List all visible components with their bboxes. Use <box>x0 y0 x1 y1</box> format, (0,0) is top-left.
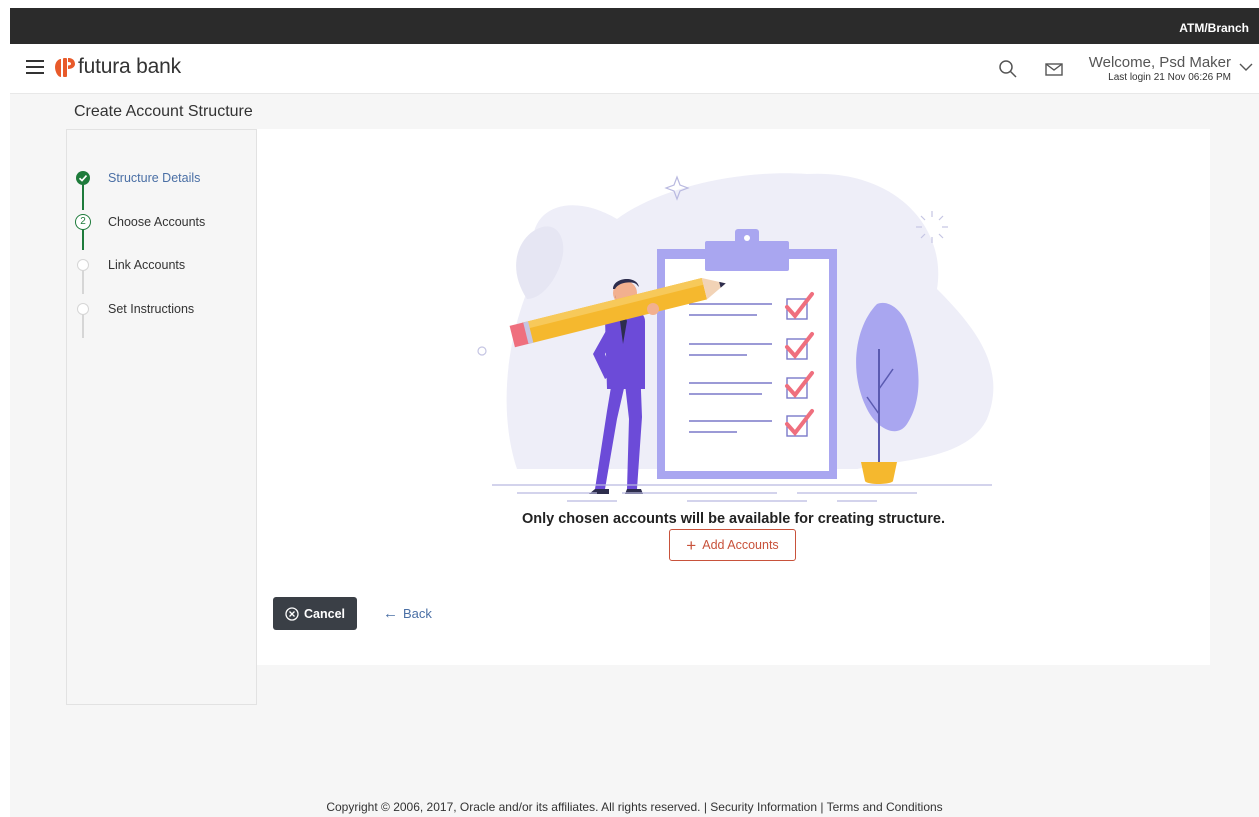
top-bar: ATM/Branch <box>10 8 1259 44</box>
header: futura bank Welcome, Psd Maker Last logi… <box>10 44 1259 94</box>
step-label: Set Instructions <box>108 302 195 316</box>
step-number: 2 <box>75 214 91 230</box>
futura-bank-logo-icon <box>55 58 75 77</box>
cancel-circle-icon <box>285 606 299 621</box>
step-set-instructions[interactable]: Set Instructions <box>67 297 257 321</box>
cancel-label: Cancel <box>304 606 345 621</box>
add-accounts-button[interactable]: + Add Accounts <box>669 529 796 561</box>
plus-icon: + <box>686 535 697 555</box>
stepper: Structure Details 2 Choose Accounts Link… <box>66 129 257 705</box>
empty-state-message: Only chosen accounts will be available f… <box>521 511 946 527</box>
main-panel: Only chosen accounts will be available f… <box>257 129 1210 665</box>
hamburger-menu-icon[interactable] <box>26 59 44 75</box>
mail-icon[interactable] <box>1044 59 1064 79</box>
footer-separator: | <box>703 800 707 814</box>
pending-dot-icon <box>77 303 89 315</box>
back-link[interactable]: ← Back <box>383 605 432 622</box>
check-circle-icon <box>76 171 90 185</box>
chevron-down-icon[interactable] <box>1239 62 1253 72</box>
back-label: Back <box>403 606 432 621</box>
terms-and-conditions-link[interactable]: Terms and Conditions <box>827 800 943 814</box>
search-icon[interactable] <box>998 59 1018 79</box>
footer: Copyright © 2006, 2017, Oracle and/or it… <box>10 800 1259 814</box>
arrow-left-icon: ← <box>383 605 398 622</box>
app-frame: ATM/Branch futura bank Welcome, Psd Make… <box>10 8 1259 817</box>
welcome-text: Welcome, Psd Maker <box>1088 54 1231 71</box>
pending-dot-icon <box>77 259 89 271</box>
step-structure-details[interactable]: Structure Details <box>67 166 257 190</box>
step-choose-accounts[interactable]: 2 Choose Accounts <box>67 210 257 234</box>
checklist-illustration <box>477 173 994 502</box>
add-accounts-label: Add Accounts <box>702 538 779 552</box>
step-link-accounts[interactable]: Link Accounts <box>67 253 257 277</box>
cancel-button[interactable]: Cancel <box>273 597 357 630</box>
step-label: Choose Accounts <box>108 215 206 229</box>
atm-branch-link[interactable]: ATM/Branch <box>1179 21 1249 35</box>
step-label: Link Accounts <box>108 258 186 272</box>
user-welcome[interactable]: Welcome, Psd Maker Last login 21 Nov 06:… <box>1089 54 1231 83</box>
copyright-text: Copyright © 2006, 2017, Oracle and/or it… <box>326 800 701 814</box>
logo[interactable]: futura bank <box>54 55 181 79</box>
security-information-link[interactable]: Security Information <box>710 800 817 814</box>
step-label: Structure Details <box>108 171 201 185</box>
last-login-text: Last login 21 Nov 06:26 PM <box>1108 72 1231 83</box>
page-title: Create Account Structure <box>74 103 253 120</box>
footer-separator: | <box>820 800 824 814</box>
brand-name: futura bank <box>78 55 181 78</box>
